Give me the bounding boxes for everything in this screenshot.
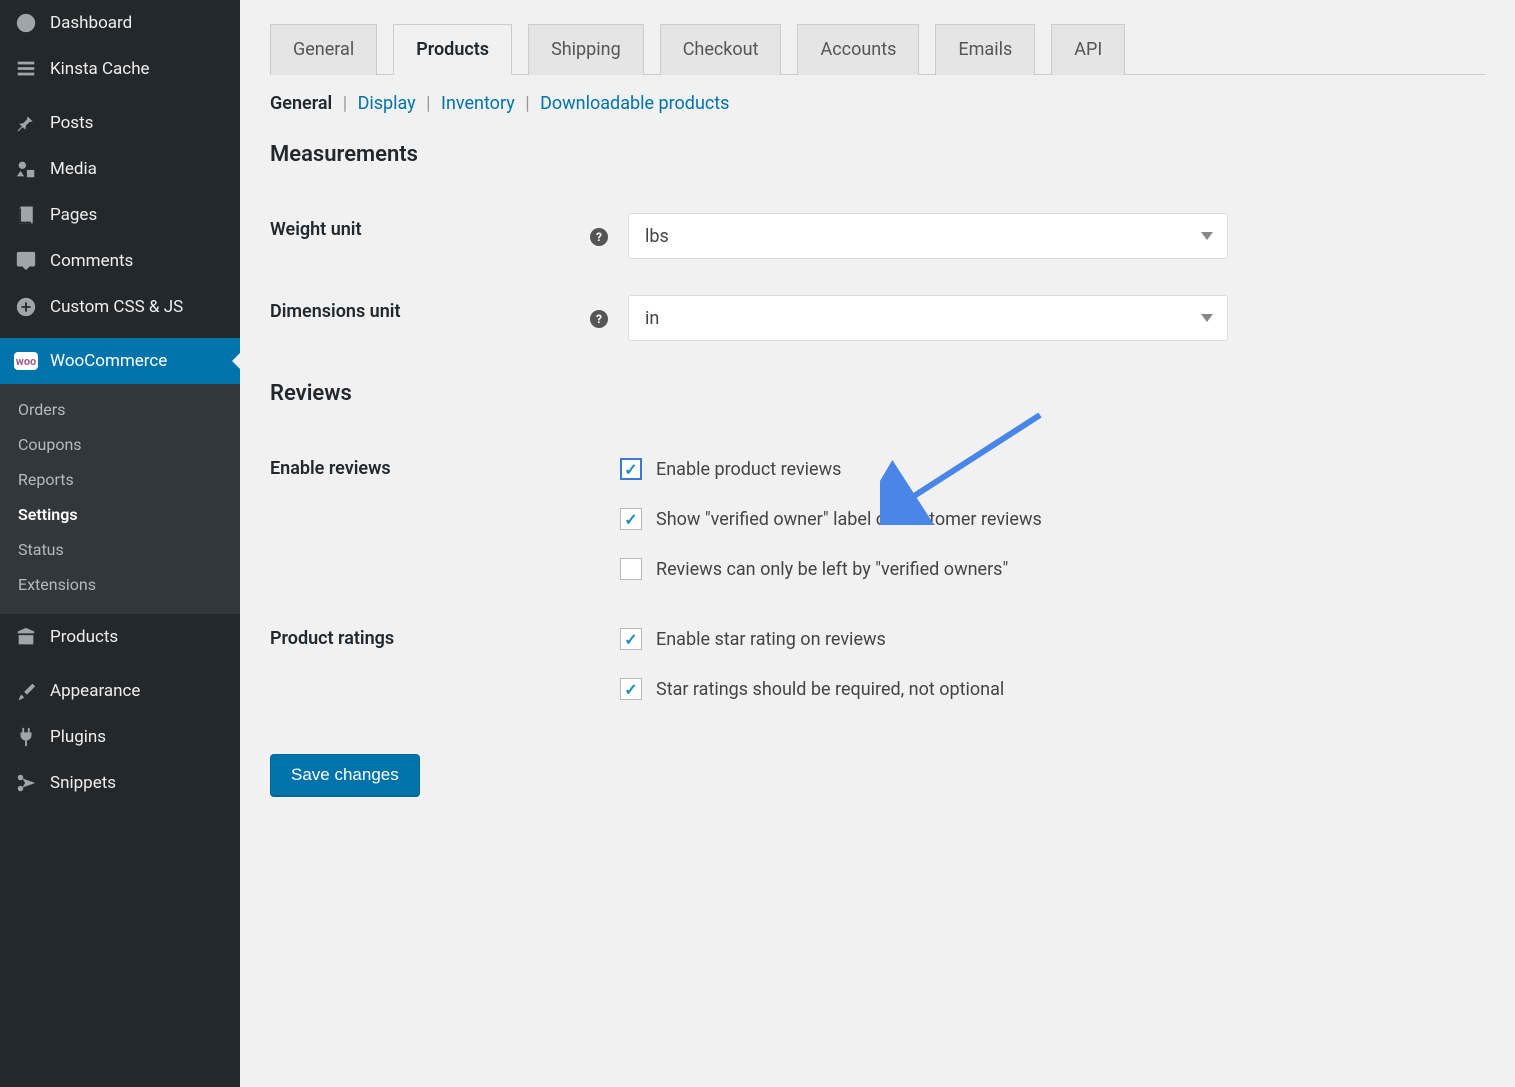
submenu-extensions[interactable]: Extensions xyxy=(0,567,240,602)
sidebar-item-label: Comments xyxy=(50,251,133,271)
sidebar-item-pages[interactable]: Pages xyxy=(0,192,240,238)
sidebar-item-products[interactable]: Products xyxy=(0,614,240,660)
sidebar-item-label: Snippets xyxy=(50,773,116,793)
submenu-reports[interactable]: Reports xyxy=(0,462,240,497)
save-button[interactable]: Save changes xyxy=(270,754,420,796)
comment-icon xyxy=(14,249,38,273)
sidebar-item-media[interactable]: Media xyxy=(0,146,240,192)
measurements-table: Weight unit ? lbs Dimensions unit ? in xyxy=(270,195,1485,359)
submenu-coupons[interactable]: Coupons xyxy=(0,427,240,462)
enable-product-reviews-checkbox[interactable] xyxy=(620,458,642,480)
select-value: lbs xyxy=(645,226,669,247)
enable-star-rating-row: Enable star rating on reviews xyxy=(620,622,1475,656)
enable-star-rating-checkbox[interactable] xyxy=(620,628,642,650)
sidebar-item-label: WooCommerce xyxy=(50,351,167,371)
sidebar-item-snippets[interactable]: Snippets xyxy=(0,760,240,806)
select-value: in xyxy=(645,308,659,329)
sidebar-item-dashboard[interactable]: Dashboard xyxy=(0,0,240,46)
sidebar-item-custom-css-js[interactable]: Custom CSS & JS xyxy=(0,284,240,330)
subnav-general[interactable]: General xyxy=(270,93,332,114)
tab-checkout[interactable]: Checkout xyxy=(660,24,782,75)
weight-unit-label: Weight unit xyxy=(270,195,580,277)
checkbox-label: Reviews can only be left by "verified ow… xyxy=(656,559,1008,580)
enable-product-reviews-row: Enable product reviews xyxy=(620,452,1475,486)
checkbox-label: Enable star rating on reviews xyxy=(656,629,886,650)
chevron-down-icon xyxy=(1201,314,1213,322)
verified-owner-label-checkbox[interactable] xyxy=(620,508,642,530)
help-icon[interactable]: ? xyxy=(590,310,608,328)
dimensions-unit-select[interactable]: in xyxy=(628,295,1228,341)
archive-icon xyxy=(14,625,38,649)
weight-unit-select[interactable]: lbs xyxy=(628,213,1228,259)
sidebar-item-label: Dashboard xyxy=(50,13,132,33)
sidebar-item-kinsta-cache[interactable]: Kinsta Cache xyxy=(0,46,240,92)
star-rating-required-row: Star ratings should be required, not opt… xyxy=(620,672,1475,706)
list-icon xyxy=(14,57,38,81)
chevron-down-icon xyxy=(1201,232,1213,240)
sidebar-item-appearance[interactable]: Appearance xyxy=(0,668,240,714)
products-subnav: General | Display | Inventory | Download… xyxy=(270,93,1485,114)
submenu-settings[interactable]: Settings xyxy=(0,497,240,532)
tab-emails[interactable]: Emails xyxy=(935,24,1035,75)
enable-reviews-label: Enable reviews xyxy=(270,434,580,604)
measurements-heading: Measurements xyxy=(270,142,1485,167)
woo-icon: woo xyxy=(14,349,38,373)
sidebar-item-label: Products xyxy=(50,627,118,647)
sidebar-item-label: Custom CSS & JS xyxy=(50,297,183,317)
plus-circle-icon xyxy=(14,295,38,319)
pin-icon xyxy=(14,111,38,135)
tab-products[interactable]: Products xyxy=(393,24,512,75)
sidebar-item-plugins[interactable]: Plugins xyxy=(0,714,240,760)
sidebar-item-label: Media xyxy=(50,159,97,179)
sidebar-item-label: Kinsta Cache xyxy=(50,59,150,79)
checkbox-label: Enable product reviews xyxy=(656,459,841,480)
woocommerce-submenu: Orders Coupons Reports Settings Status E… xyxy=(0,384,240,614)
submenu-status[interactable]: Status xyxy=(0,532,240,567)
admin-sidebar: Dashboard Kinsta Cache Posts Media Pages… xyxy=(0,0,240,1087)
brush-icon xyxy=(14,679,38,703)
checkbox-label: Show "verified owner" label on customer … xyxy=(656,509,1042,530)
tab-general[interactable]: General xyxy=(270,24,377,75)
dashboard-icon xyxy=(14,11,38,35)
star-rating-required-checkbox[interactable] xyxy=(620,678,642,700)
main-content: General Products Shipping Checkout Accou… xyxy=(240,0,1515,1087)
subnav-display[interactable]: Display xyxy=(358,93,416,114)
product-ratings-label: Product ratings xyxy=(270,604,580,724)
submenu-orders[interactable]: Orders xyxy=(0,392,240,427)
sidebar-item-woocommerce[interactable]: woo WooCommerce xyxy=(0,338,240,384)
verified-owners-only-row: Reviews can only be left by "verified ow… xyxy=(620,552,1475,586)
sidebar-item-posts[interactable]: Posts xyxy=(0,100,240,146)
sidebar-item-comments[interactable]: Comments xyxy=(0,238,240,284)
settings-tabs: General Products Shipping Checkout Accou… xyxy=(270,24,1485,75)
tab-shipping[interactable]: Shipping xyxy=(528,24,644,75)
plugin-icon xyxy=(14,725,38,749)
verified-owners-only-checkbox[interactable] xyxy=(620,558,642,580)
tab-accounts[interactable]: Accounts xyxy=(797,24,919,75)
reviews-table: Enable reviews Enable product reviews Sh… xyxy=(270,434,1485,724)
reviews-heading: Reviews xyxy=(270,381,1485,406)
sidebar-item-label: Posts xyxy=(50,113,93,133)
page-icon xyxy=(14,203,38,227)
sidebar-item-label: Plugins xyxy=(50,727,106,747)
checkbox-label: Star ratings should be required, not opt… xyxy=(656,679,1004,700)
tab-api[interactable]: API xyxy=(1051,24,1125,75)
sidebar-item-label: Pages xyxy=(50,205,97,225)
media-icon xyxy=(14,157,38,181)
scissors-icon xyxy=(14,771,38,795)
dimensions-unit-label: Dimensions unit xyxy=(270,277,580,359)
verified-owner-label-row: Show "verified owner" label on customer … xyxy=(620,502,1475,536)
sidebar-item-label: Appearance xyxy=(50,681,140,701)
subnav-inventory[interactable]: Inventory xyxy=(441,93,515,114)
subnav-downloadable[interactable]: Downloadable products xyxy=(540,93,729,114)
help-icon[interactable]: ? xyxy=(590,228,608,246)
